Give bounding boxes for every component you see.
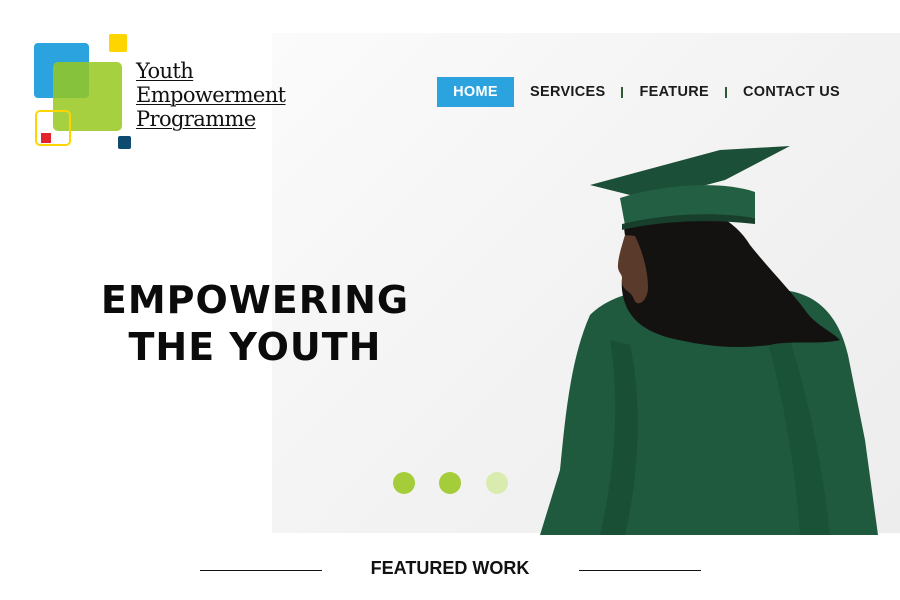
nav-separator (724, 86, 727, 98)
nav-contact-us[interactable]: CONTACT US (743, 84, 840, 100)
site-logo[interactable]: Youth Empowerment Programme (32, 32, 302, 157)
logo-line-2: Empowerment (136, 83, 286, 107)
logo-line-3: Programme (136, 107, 256, 131)
main-nav: HOME SERVICES FEATURE CONTACT US (437, 77, 840, 107)
featured-divider-left (200, 570, 322, 571)
nav-separator (621, 86, 624, 98)
nav-services[interactable]: SERVICES (530, 84, 605, 100)
logo-navy-square (118, 136, 131, 149)
hero-headline: EMPOWERING THE YOUTH (100, 277, 410, 371)
logo-line-1: Youth (136, 59, 194, 83)
featured-work-heading: FEATURED WORK (370, 558, 530, 578)
logo-yellow-square (109, 34, 127, 52)
logo-red-square (41, 133, 51, 143)
slider-dot-3[interactable] (486, 472, 508, 494)
featured-divider-right (579, 570, 701, 571)
graduate-image (540, 146, 878, 535)
hero-headline-line-2: THE YOUTH (128, 325, 382, 369)
nav-feature[interactable]: FEATURE (639, 84, 709, 100)
logo-wordmark: Youth Empowerment Programme (136, 59, 286, 131)
slider-dot-1[interactable] (393, 472, 415, 494)
slider-dot-2[interactable] (439, 472, 461, 494)
nav-home[interactable]: HOME (437, 77, 514, 107)
hero-headline-line-1: EMPOWERING (100, 278, 410, 322)
